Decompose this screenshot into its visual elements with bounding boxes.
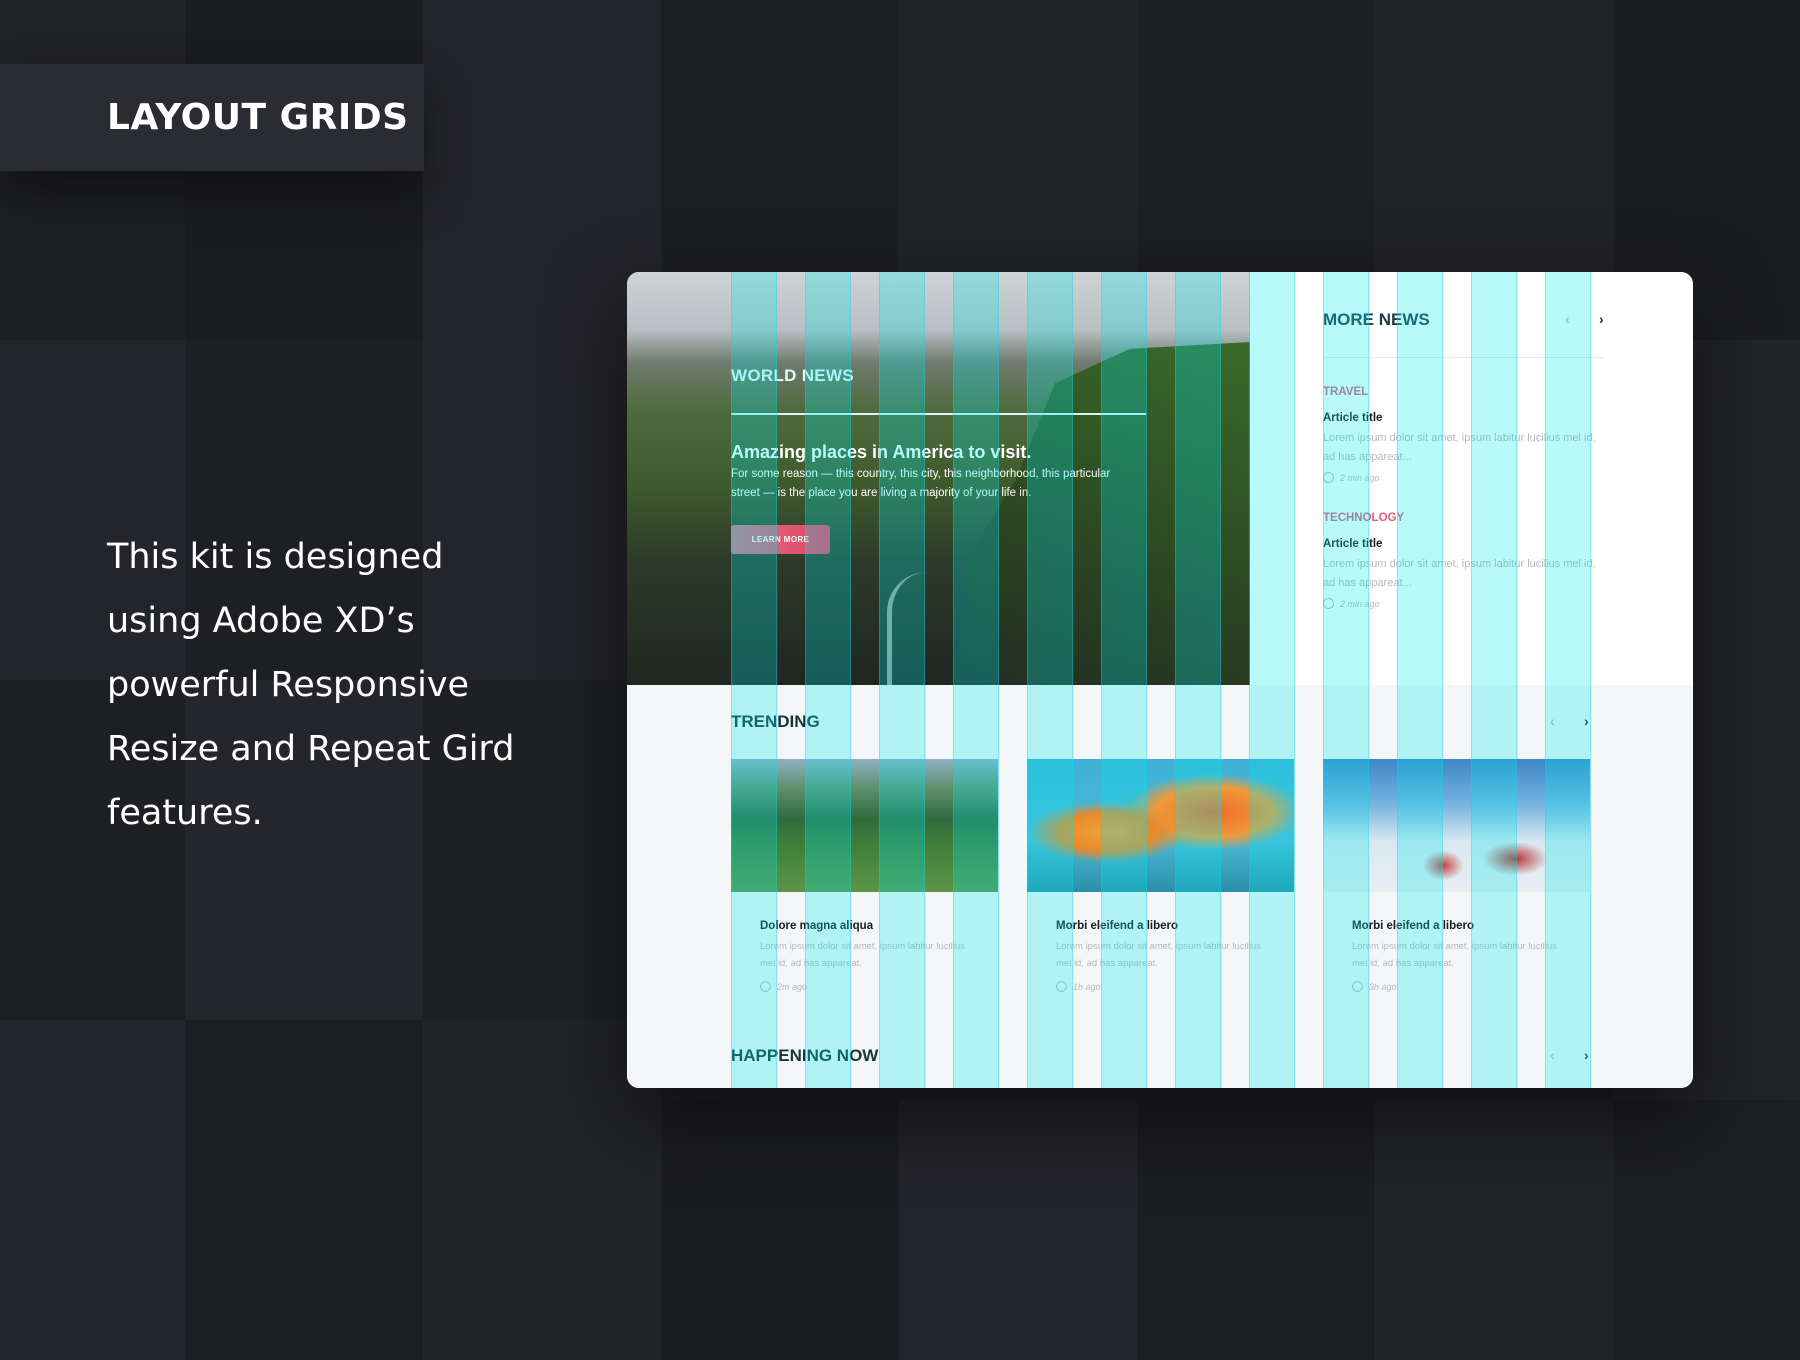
chevron-right-icon[interactable]: › <box>1599 311 1604 327</box>
grid-column <box>731 272 777 1088</box>
grid-column <box>1249 272 1295 1088</box>
grid-column <box>1175 272 1221 1088</box>
world-news-divider <box>731 413 1146 415</box>
time-text: 2m ago <box>777 981 808 992</box>
hero-body: For some reason — this country, this cit… <box>731 468 1111 499</box>
trending-card-body: Lorem ipsum dolor sit amet, ipsum labitu… <box>760 941 965 969</box>
grid-column <box>1397 272 1443 1088</box>
badge-title: LAYOUT GRIDS <box>107 97 409 138</box>
intro-line: features. <box>107 793 263 833</box>
grid-column <box>879 272 925 1088</box>
intro-line: Resize and Repeat Gird <box>107 729 515 769</box>
intro-line: powerful Responsive <box>107 665 470 705</box>
intro-line: using Adobe XD’s <box>107 601 415 641</box>
trending-card-body: Lorem ipsum dolor sit amet, ipsum labitu… <box>1352 941 1557 969</box>
news-mockup-card: Dolore magna aliqua Lorem ipsum dolor si… <box>627 272 1693 1088</box>
time-text: 3h ago <box>1369 981 1397 992</box>
grid-column <box>953 272 999 1088</box>
intro-text: This kit is designed using Adobe XD’s po… <box>107 525 547 845</box>
trending-card-body: Lorem ipsum dolor sit amet, ipsum labitu… <box>1056 941 1261 969</box>
grid-column <box>1101 272 1147 1088</box>
intro-line: This kit is designed <box>107 537 444 577</box>
section-badge: LAYOUT GRIDS <box>0 64 424 171</box>
grid-column <box>1027 272 1073 1088</box>
grid-column <box>805 272 851 1088</box>
time-text: 1h ago <box>1073 981 1101 992</box>
grid-column <box>1471 272 1517 1088</box>
grid-column <box>1545 272 1591 1088</box>
grid-column <box>1323 272 1369 1088</box>
